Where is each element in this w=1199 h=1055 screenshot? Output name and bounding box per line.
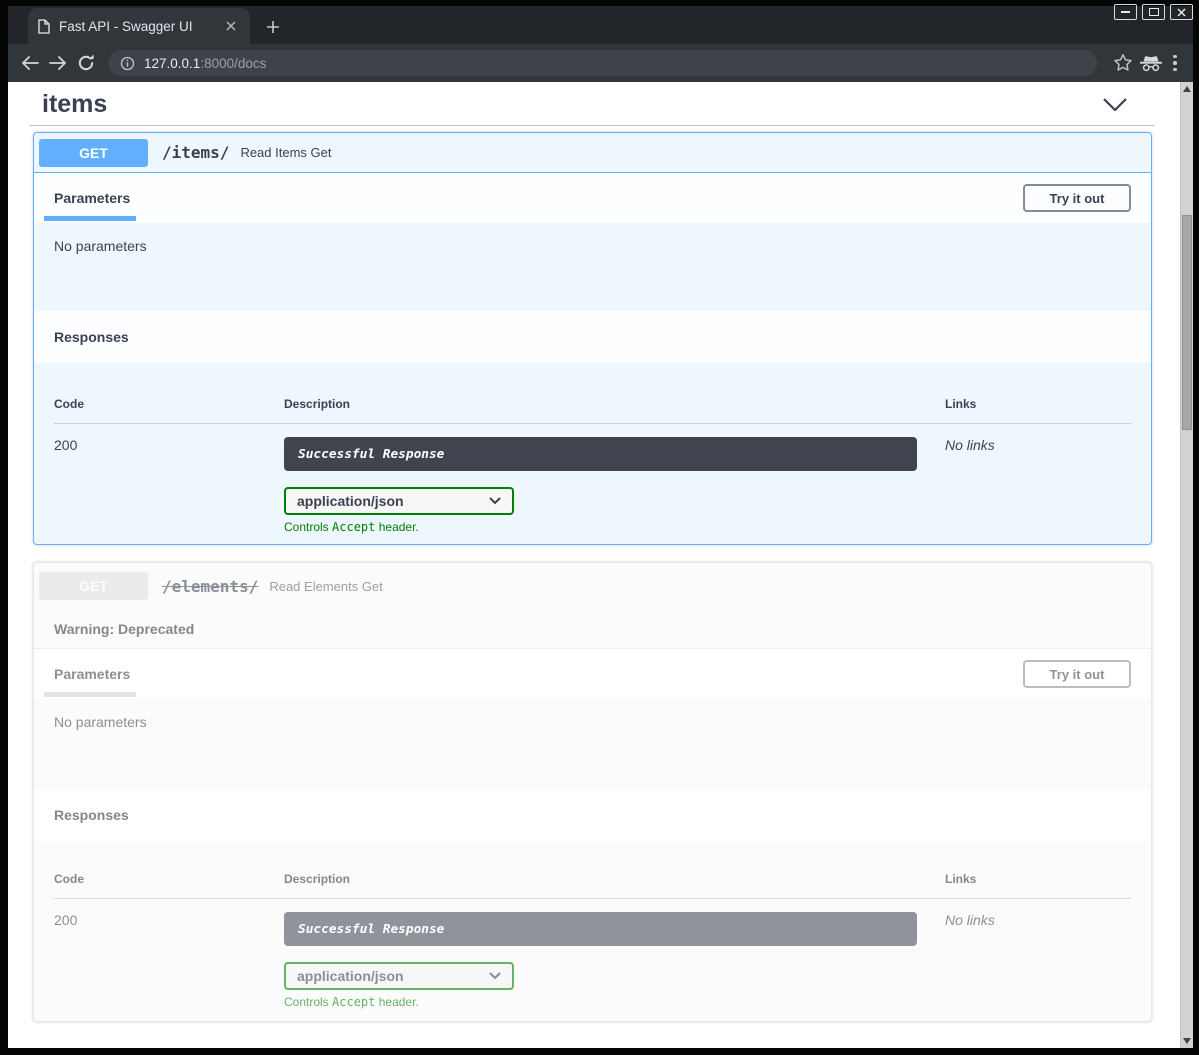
parameters-body: No parameters [34, 699, 1151, 789]
select-chevron-icon [489, 497, 501, 505]
tag-title: items [42, 90, 107, 119]
scroll-up-arrow-icon[interactable] [1183, 86, 1191, 92]
back-icon[interactable] [16, 49, 44, 77]
tab-parameters[interactable]: Parameters [54, 666, 130, 682]
responses-title: Responses [54, 329, 129, 345]
response-row: 200 Successful Response application/json… [54, 424, 1131, 534]
incognito-icon [1137, 49, 1165, 77]
deprecated-warning-text: Warning: Deprecated [54, 621, 194, 637]
links-value: No links [945, 437, 1131, 534]
response-code: 200 [54, 437, 284, 534]
method-badge: GET [39, 139, 148, 167]
browser-titlebar: Fast API - Swagger UI [0, 0, 1199, 44]
column-description: Description [284, 397, 945, 411]
media-type-value: application/json [297, 493, 404, 509]
accept-note-prefix: Controls [284, 995, 332, 1009]
responses-table-header: Code Description Links [54, 841, 1131, 899]
responses-table-header: Code Description Links [54, 363, 1131, 424]
media-type-select[interactable]: application/json [284, 962, 514, 990]
response-description-text: Successful Response [298, 447, 444, 462]
accept-note-suffix: header. [375, 995, 418, 1009]
window-controls [1114, 4, 1193, 20]
scroll-down-arrow-icon[interactable] [1183, 1038, 1191, 1044]
collapse-chevron-icon[interactable] [1102, 97, 1128, 112]
operation-summary: Read Elements Get [269, 579, 382, 594]
response-description-cell: Successful Response application/json Con… [284, 912, 945, 1009]
browser-tab[interactable]: Fast API - Swagger UI [28, 8, 250, 44]
try-it-out-button[interactable]: Try it out [1023, 660, 1131, 688]
opblock-summary[interactable]: GET /items/ Read Items Get [34, 133, 1151, 173]
responses-table: Code Description Links 200 Successful Re… [34, 363, 1151, 534]
response-code: 200 [54, 912, 284, 1009]
responses-title: Responses [54, 807, 129, 823]
response-description-box: Successful Response [284, 912, 917, 946]
url-text: 127.0.0.1:8000/docs [144, 56, 266, 71]
scrollbar-thumb[interactable] [1182, 215, 1192, 430]
no-parameters-text: No parameters [54, 238, 147, 254]
column-links: Links [945, 872, 1131, 886]
operation-summary: Read Items Get [240, 145, 331, 160]
try-it-out-button[interactable]: Try it out [1023, 184, 1131, 212]
responses-table: Code Description Links 200 Successful Re… [34, 841, 1151, 1009]
minimize-button[interactable] [1114, 4, 1137, 20]
method-badge: GET [39, 572, 148, 600]
close-button[interactable] [1170, 4, 1193, 20]
opblock-get-elements-deprecated: GET /elements/ Read Elements Get Warning… [33, 562, 1152, 1022]
opblock-summary[interactable]: GET /elements/ Read Elements Get [34, 563, 1151, 609]
new-tab-icon[interactable] [260, 14, 286, 40]
maximize-button[interactable] [1142, 4, 1165, 20]
tag-section-header[interactable]: items [42, 86, 1128, 122]
media-type-value: application/json [297, 968, 404, 984]
responses-header: Responses [34, 789, 1151, 841]
no-parameters-text: No parameters [54, 714, 147, 730]
column-code: Code [54, 872, 284, 886]
site-info-icon[interactable] [120, 56, 135, 71]
operation-path: /elements/ [162, 577, 258, 596]
tab-close-icon[interactable] [222, 17, 240, 35]
accept-header-note: Controls Accept header. [284, 995, 945, 1009]
parameters-body: No parameters [34, 223, 1151, 311]
accept-note-code: Accept [332, 520, 375, 534]
accept-header-note: Controls Accept header. [284, 520, 945, 534]
column-links: Links [945, 397, 1131, 411]
bookmark-star-icon[interactable] [1109, 49, 1137, 77]
column-code: Code [54, 397, 284, 411]
page-icon [38, 19, 50, 34]
column-description: Description [284, 872, 945, 886]
accept-note-code: Accept [332, 995, 375, 1009]
response-description-cell: Successful Response application/json Con… [284, 437, 945, 534]
reload-icon[interactable] [72, 49, 100, 77]
response-description-box: Successful Response [284, 437, 917, 471]
accept-note-suffix: header. [375, 520, 418, 534]
tab-parameters[interactable]: Parameters [54, 190, 130, 206]
url-host: 127.0.0.1 [144, 56, 200, 71]
address-bar[interactable]: 127.0.0.1:8000/docs [108, 50, 1097, 76]
links-value: No links [945, 912, 1131, 1009]
media-type-select[interactable]: application/json [284, 487, 514, 515]
parameters-header: Parameters Try it out [34, 173, 1151, 223]
accept-note-prefix: Controls [284, 520, 332, 534]
url-path: :8000/docs [200, 56, 266, 71]
tag-divider [30, 125, 1154, 126]
response-row: 200 Successful Response application/json… [54, 899, 1131, 1009]
operation-path: /items/ [162, 143, 229, 162]
responses-header: Responses [34, 311, 1151, 363]
tab-title: Fast API - Swagger UI [59, 19, 222, 34]
response-description-text: Successful Response [298, 922, 444, 937]
select-chevron-icon [489, 972, 501, 980]
browser-toolbar: 127.0.0.1:8000/docs [0, 44, 1199, 82]
browser-menu-icon[interactable] [1165, 49, 1185, 77]
opblock-get-items: GET /items/ Read Items Get Parameters Tr… [33, 132, 1152, 545]
forward-icon[interactable] [44, 49, 72, 77]
vertical-scrollbar[interactable] [1180, 82, 1193, 1048]
parameters-header: Parameters Try it out [34, 649, 1151, 699]
page-viewport: items GET /items/ Read Items Get Paramet… [8, 82, 1193, 1048]
deprecated-warning-row: Warning: Deprecated [34, 609, 1151, 649]
